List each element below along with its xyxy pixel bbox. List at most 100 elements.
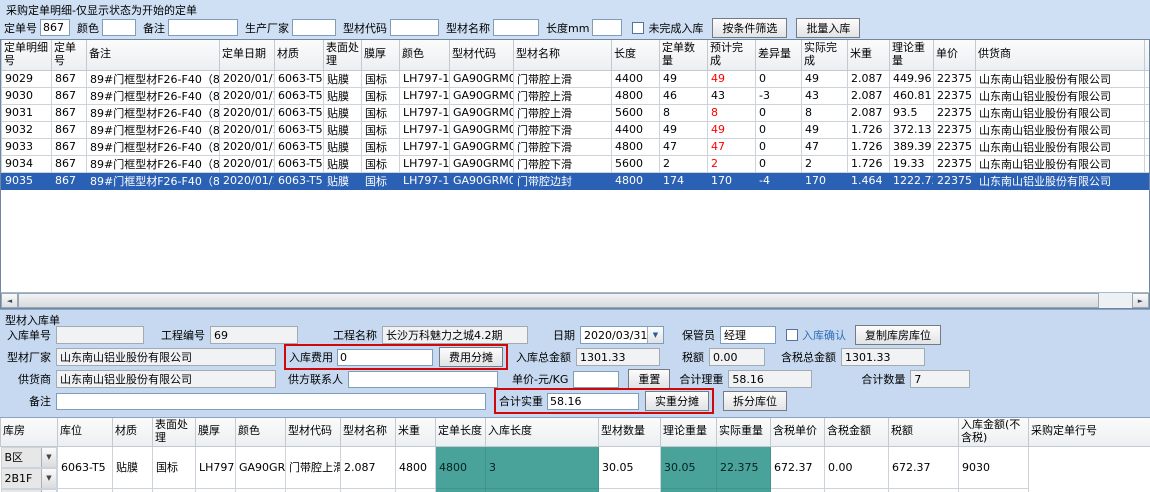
cell[interactable]: 89#门框型材F26-F40（866+867） [87, 104, 220, 121]
horizontal-scrollbar[interactable]: ◄ ► [0, 292, 1150, 309]
cell[interactable]: 贴膜 [324, 138, 362, 155]
keeper-field[interactable]: 经理 [720, 326, 776, 344]
cell[interactable]: 0 [756, 155, 802, 172]
cell[interactable]: GA90GRM05 [236, 489, 286, 492]
batch-inbound-button[interactable]: 批量入库 [796, 18, 860, 38]
calendar-dropdown-icon[interactable]: ▼ [647, 327, 663, 343]
cell[interactable]: 门带腔下滑 [514, 155, 612, 172]
cell[interactable]: 0.00 [825, 489, 889, 492]
actual-weight-share-button[interactable]: 实重分摊 [645, 391, 709, 411]
table-row[interactable]: 903386789#门框型材F26-F40（866+867）2020/01/13… [2, 138, 1150, 155]
cell[interactable]: 6063-T5 [275, 138, 324, 155]
cell[interactable]: 9030 [2, 87, 52, 104]
cell[interactable]: 0 [756, 70, 802, 87]
cell[interactable]: 4800 [612, 138, 660, 155]
cell[interactable]: 门带腔上滑 [514, 104, 612, 121]
cell[interactable]: -3 [756, 87, 802, 104]
cell[interactable]: 国标 [362, 104, 400, 121]
cell[interactable]: GA90GRM05 [450, 172, 514, 189]
cell[interactable]: 山东南山铝业股份有限公司 [976, 121, 1145, 138]
cell[interactable]: 28.11 [661, 489, 717, 492]
supplier-contact-input[interactable] [348, 371, 498, 388]
cell[interactable]: 国标 [362, 70, 400, 87]
cell[interactable]: 867 [52, 155, 87, 172]
scrollbar-thumb[interactable] [18, 293, 1099, 308]
cell[interactable]: 国标 [153, 489, 196, 492]
cell[interactable]: 山东南山铝业股份有限公司 [976, 172, 1145, 189]
cell[interactable]: 4800 [396, 489, 436, 492]
cell[interactable]: B区▼ [1, 447, 58, 468]
supplier-field[interactable]: 山东南山铝业股份有限公司 [56, 370, 276, 388]
cell[interactable]: B区▼ [1, 489, 58, 492]
cell[interactable]: 0 [756, 121, 802, 138]
cell[interactable]: 1.726 [848, 121, 890, 138]
cell[interactable]: 449.96 [890, 70, 934, 87]
cell[interactable]: 2 [660, 155, 708, 172]
cell[interactable]: 867 [52, 172, 87, 189]
cell[interactable]: 9035 [959, 489, 1029, 492]
cell[interactable]: 贴膜 [113, 446, 153, 489]
cell[interactable]: 89#门框型材F26-F40（866+867） [87, 87, 220, 104]
cell[interactable]: 174 [660, 172, 708, 189]
tax-total-field[interactable]: 1301.33 [841, 348, 925, 366]
cell[interactable]: -4 [756, 172, 802, 189]
cell[interactable]: 2020/01/13 [220, 138, 275, 155]
cell[interactable]: 372.13 [890, 121, 934, 138]
inbound-confirm-checkbox[interactable] [786, 329, 798, 341]
cell[interactable]: GA90GRM04 [450, 155, 514, 172]
cell[interactable]: 22375 [934, 172, 976, 189]
cell[interactable]: 1222.73 [890, 172, 934, 189]
inbound-no-field[interactable] [56, 326, 144, 344]
copy-warehouse-location-button[interactable]: 复制库房库位 [855, 325, 941, 345]
cell[interactable]: 47 [802, 138, 848, 155]
cell[interactable]: 47 [660, 138, 708, 155]
cell[interactable]: 22.375 [717, 446, 771, 489]
cell[interactable]: LH797-1LL0 [400, 138, 450, 155]
note-input[interactable] [56, 393, 486, 410]
cell[interactable]: 2.087 [848, 87, 890, 104]
cell[interactable]: 1.464 [341, 489, 396, 492]
cell[interactable]: 30.05 [599, 446, 661, 489]
cell[interactable] [1145, 138, 1150, 155]
cell[interactable]: 89#门框型材F26-F40（866+867） [87, 121, 220, 138]
cell[interactable]: 389.39 [890, 138, 934, 155]
cell[interactable]: 4800 [436, 446, 486, 489]
chevron-down-icon[interactable]: ▼ [41, 469, 56, 488]
cell[interactable]: 672.37 [771, 446, 825, 489]
cell[interactable]: 89#门框型材F26-F40（866+867） [87, 155, 220, 172]
factory-field[interactable]: 山东南山铝业股份有限公司 [56, 348, 276, 366]
fee-share-button[interactable]: 费用分摊 [439, 347, 503, 367]
cell[interactable]: 9031 [2, 104, 52, 121]
cell[interactable]: 5600 [612, 104, 660, 121]
cell[interactable] [1145, 121, 1150, 138]
cell[interactable]: 47 [708, 138, 756, 155]
cell[interactable]: 3 [486, 446, 599, 489]
color-input[interactable] [102, 19, 136, 36]
cell[interactable]: 0 [756, 138, 802, 155]
cell[interactable]: 山东南山铝业股份有限公司 [976, 155, 1145, 172]
cell[interactable]: 9035 [2, 172, 52, 189]
cell[interactable]: GA90GRM04 [450, 138, 514, 155]
cell[interactable]: 贴膜 [324, 155, 362, 172]
cell[interactable]: 46 [660, 87, 708, 104]
cell[interactable]: 49 [660, 70, 708, 87]
table-row[interactable]: 902986789#门框型材F26-F40（866+867）2020/01/13… [2, 70, 1150, 87]
cell[interactable]: 门带腔边封 [514, 172, 612, 189]
cell[interactable]: LH797-1LL0 [400, 104, 450, 121]
tax-field[interactable]: 0.00 [709, 348, 765, 366]
cell[interactable]: 867 [52, 104, 87, 121]
unfinished-checkbox[interactable] [632, 22, 644, 34]
cell[interactable]: 门带腔上滑 [286, 446, 341, 489]
cell[interactable]: 1.726 [848, 155, 890, 172]
manufacturer-input[interactable] [292, 19, 336, 36]
cell[interactable]: 2 [802, 155, 848, 172]
cell[interactable]: 19.33 [890, 155, 934, 172]
cell[interactable]: 2.087 [848, 104, 890, 121]
length-input[interactable] [592, 19, 622, 36]
cell[interactable]: 2020/01/13 [220, 70, 275, 87]
cell[interactable]: 8 [802, 104, 848, 121]
cell[interactable]: LH797-1LL0 [400, 155, 450, 172]
cell[interactable]: 9029 [2, 70, 52, 87]
cell[interactable]: 22375 [934, 70, 976, 87]
cell[interactable]: 8 [708, 104, 756, 121]
